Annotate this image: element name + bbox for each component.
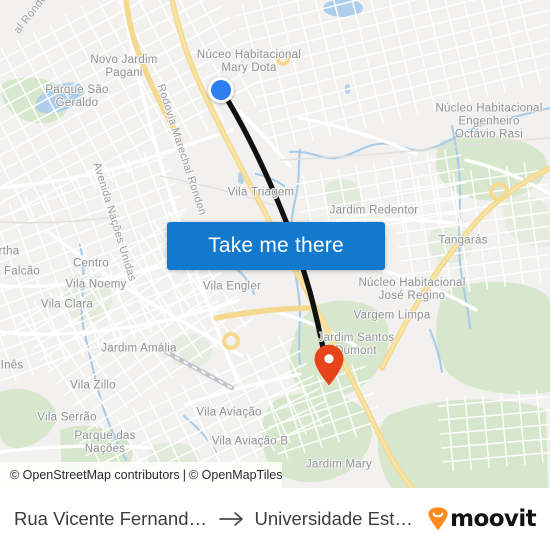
attribution-osm[interactable]: © OpenStreetMap contributors xyxy=(10,468,180,482)
destination-pin-icon xyxy=(314,344,344,386)
map-canvas[interactable]: al Rondon Novo Jardim Pagani Núceo Habitac… xyxy=(0,0,550,488)
map-attribution: © OpenStreetMap contributors | © OpenMap… xyxy=(0,462,283,488)
footer-origin-label[interactable]: Rua Vicente Fernandes Sa... xyxy=(14,508,210,530)
attribution-tiles[interactable]: © OpenMapTiles xyxy=(189,468,283,482)
destination-marker[interactable] xyxy=(313,344,345,386)
route-footer: Rua Vicente Fernandes Sa... Universidade… xyxy=(0,488,550,550)
attribution-separator: | xyxy=(182,468,186,482)
origin-dot-icon xyxy=(211,80,231,100)
moovit-wordmark: moovit xyxy=(450,506,536,532)
take-me-there-button[interactable]: Take me there xyxy=(167,222,385,270)
app-screenshot: al Rondon Novo Jardim Pagani Núceo Habitac… xyxy=(0,0,550,550)
moovit-pin-icon xyxy=(427,507,449,531)
origin-marker[interactable] xyxy=(208,77,234,103)
arrow-right-icon xyxy=(210,511,254,527)
footer-destination-label[interactable]: Universidade Estadua... xyxy=(254,508,417,530)
moovit-logo[interactable]: moovit xyxy=(427,506,537,532)
